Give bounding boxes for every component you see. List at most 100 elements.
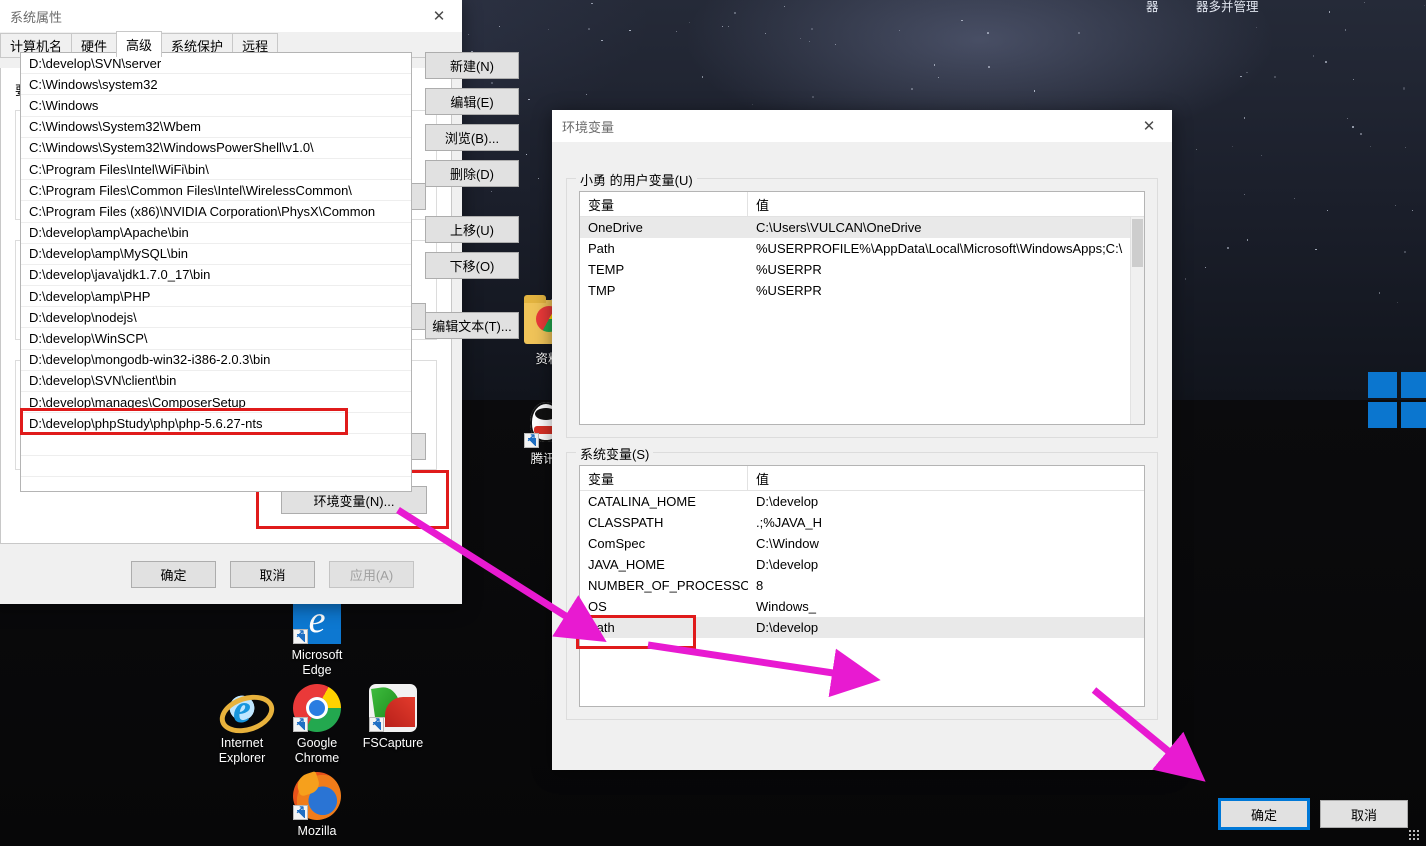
- system-variables-group: 系统变量(S) 变量 值 CATALINA_HOMED:\developCLAS…: [566, 452, 1158, 720]
- browse-button[interactable]: 浏览(B)...: [425, 124, 519, 151]
- shortcut-overlay-icon: [293, 629, 308, 644]
- column-header-variable: 变量: [580, 192, 748, 216]
- edit-button[interactable]: 编辑(E): [425, 88, 519, 115]
- table-row[interactable]: CATALINA_HOMED:\develop: [580, 491, 1144, 512]
- variable-value-cell: C:\Window: [748, 536, 1144, 551]
- path-entry-row[interactable]: C:\Program Files\Common Files\Intel\Wire…: [21, 180, 411, 201]
- path-entry-row[interactable]: D:\develop\SVN\server: [21, 53, 411, 74]
- desktop-icon-label: Mozilla: [269, 824, 365, 839]
- variable-value-cell: D:\develop: [748, 620, 1144, 635]
- cancel-button[interactable]: 取消: [1320, 800, 1408, 828]
- desktop-icon-mozilla-firefox[interactable]: Mozilla: [269, 772, 365, 839]
- delete-button[interactable]: 删除(D): [425, 160, 519, 187]
- environment-variables-window: 环境变量 ✕ 小勇 的用户变量(U) 变量 值 OneDriveC:\Users…: [552, 110, 1172, 770]
- shortcut-overlay-icon: [524, 433, 539, 448]
- path-entries-list[interactable]: D:\develop\SVN\serverC:\Windows\system32…: [20, 52, 412, 492]
- variable-name-cell: TMP: [580, 283, 748, 298]
- ok-button[interactable]: 确定: [131, 561, 216, 588]
- user-variables-table[interactable]: 变量 值 OneDriveC:\Users\VULCAN\OneDrivePat…: [579, 191, 1145, 425]
- system-variables-table-header: 变量 值: [580, 466, 1144, 491]
- variable-value-cell: %USERPROFILE%\AppData\Local\Microsoft\Wi…: [748, 241, 1144, 256]
- path-entry-row[interactable]: C:\Program Files (x86)\NVIDIA Corporatio…: [21, 201, 411, 222]
- table-row[interactable]: PathD:\develop: [580, 617, 1144, 638]
- system-properties-titlebar: 系统属性 ✕: [0, 0, 462, 32]
- path-entry-row[interactable]: D:\develop\amp\MySQL\bin: [21, 244, 411, 265]
- path-entry-row[interactable]: C:\Windows\System32\WindowsPowerShell\v1…: [21, 138, 411, 159]
- path-entry-row[interactable]: [21, 456, 411, 477]
- table-row[interactable]: ComSpecC:\Window: [580, 533, 1144, 554]
- path-entry-row[interactable]: D:\develop\manages\ComposerSetup: [21, 392, 411, 413]
- table-row[interactable]: NUMBER_OF_PROCESSORS8: [580, 575, 1144, 596]
- path-entry-row[interactable]: [21, 434, 411, 455]
- column-header-variable: 变量: [580, 466, 748, 490]
- edit-env-bottom-buttons: 确定 取消: [1220, 800, 1408, 828]
- user-variables-scrollbar[interactable]: [1130, 217, 1144, 424]
- ok-button[interactable]: 确定: [1220, 800, 1308, 828]
- resize-grip[interactable]: [1408, 829, 1420, 841]
- windows-logo: [1368, 372, 1426, 428]
- desktop-icon-microsoft-edge[interactable]: Microsoft Edge: [269, 596, 365, 678]
- desktop-icon-label: FSCapture: [345, 736, 441, 751]
- environment-variables-title: 环境变量: [562, 117, 1126, 136]
- path-entry-row[interactable]: C:\Windows\system32: [21, 74, 411, 95]
- path-entry-row[interactable]: D:\develop\WinSCP\: [21, 328, 411, 349]
- path-entry-row[interactable]: C:\Windows\System32\Wbem: [21, 117, 411, 138]
- variable-value-cell: D:\develop: [748, 494, 1144, 509]
- desktop-label-top-right-1: 器多并管理: [1196, 0, 1259, 15]
- system-properties-title: 系统属性: [0, 7, 416, 26]
- path-entry-row[interactable]: D:\develop\SVN\client\bin: [21, 371, 411, 392]
- column-header-value: 值: [748, 192, 1144, 216]
- move-down-button[interactable]: 下移(O): [425, 252, 519, 279]
- variable-name-cell: CLASSPATH: [580, 515, 748, 530]
- system-variables-rows: CATALINA_HOMED:\developCLASSPATH.;%JAVA_…: [580, 491, 1144, 638]
- close-icon[interactable]: ✕: [416, 0, 462, 32]
- close-icon[interactable]: ✕: [1126, 110, 1172, 142]
- table-row[interactable]: CLASSPATH.;%JAVA_H: [580, 512, 1144, 533]
- table-row[interactable]: Path%USERPROFILE%\AppData\Local\Microsof…: [580, 238, 1144, 259]
- new-button[interactable]: 新建(N): [425, 52, 519, 79]
- table-row[interactable]: OSWindows_: [580, 596, 1144, 617]
- environment-variables-body: 小勇 的用户变量(U) 变量 值 OneDriveC:\Users\VULCAN…: [552, 142, 1172, 770]
- variable-name-cell: CATALINA_HOME: [580, 494, 748, 509]
- variable-name-cell: OneDrive: [580, 220, 748, 235]
- variable-name-cell: OS: [580, 599, 748, 614]
- table-row[interactable]: TEMP%USERPR: [580, 259, 1144, 280]
- system-variables-table[interactable]: 变量 值 CATALINA_HOMED:\developCLASSPATH.;%…: [579, 465, 1145, 707]
- firefox-icon: [293, 772, 341, 820]
- variable-name-cell: ComSpec: [580, 536, 748, 551]
- shortcut-overlay-icon: [369, 717, 384, 732]
- move-up-button[interactable]: 上移(U): [425, 216, 519, 243]
- table-row[interactable]: OneDriveC:\Users\VULCAN\OneDrive: [580, 217, 1144, 238]
- apply-button[interactable]: 应用(A): [329, 561, 414, 588]
- variable-name-cell: JAVA_HOME: [580, 557, 748, 572]
- environment-variables-titlebar: 环境变量 ✕: [552, 110, 1172, 142]
- variable-value-cell: %USERPR: [748, 262, 1144, 277]
- path-entry-row[interactable]: C:\Program Files\Intel\WiFi\bin\: [21, 159, 411, 180]
- path-entry-row[interactable]: D:\develop\amp\PHP: [21, 286, 411, 307]
- fscapture-icon: [369, 684, 417, 732]
- path-entry-row[interactable]: D:\develop\mongodb-win32-i386-2.0.3\bin: [21, 350, 411, 371]
- path-entry-row[interactable]: D:\develop\nodejs\: [21, 307, 411, 328]
- edit-text-button[interactable]: 编辑文本(T)...: [425, 312, 519, 339]
- table-row[interactable]: TMP%USERPR: [580, 280, 1144, 301]
- path-entry-row[interactable]: D:\develop\phpStudy\php\php-5.6.27-nts: [21, 413, 411, 434]
- shortcut-overlay-icon: [293, 717, 308, 732]
- desktop-label-top-right-0: 器: [1146, 0, 1159, 15]
- variable-name-cell: Path: [580, 241, 748, 256]
- system-properties-footer: 确定 取消 应用(A): [0, 544, 462, 604]
- cancel-button[interactable]: 取消: [230, 561, 315, 588]
- path-entry-row[interactable]: C:\Windows: [21, 95, 411, 116]
- chrome-icon: [293, 684, 341, 732]
- variable-value-cell: %USERPR: [748, 283, 1144, 298]
- path-entry-row[interactable]: D:\develop\amp\Apache\bin: [21, 223, 411, 244]
- variable-name-cell: TEMP: [580, 262, 748, 277]
- variable-value-cell: C:\Users\VULCAN\OneDrive: [748, 220, 1144, 235]
- path-entry-row[interactable]: D:\develop\java\jdk1.7.0_17\bin: [21, 265, 411, 286]
- variable-name-cell: Path: [580, 620, 748, 635]
- desktop-icon-fscapture[interactable]: FSCapture: [345, 684, 441, 751]
- table-row[interactable]: JAVA_HOMED:\develop: [580, 554, 1144, 575]
- tab-advanced[interactable]: 高级: [116, 31, 162, 57]
- edit-env-side-buttons: 新建(N) 编辑(E) 浏览(B)... 删除(D) 上移(U) 下移(O) 编…: [425, 52, 519, 348]
- system-variables-group-legend: 系统变量(S): [576, 444, 653, 463]
- variable-name-cell: NUMBER_OF_PROCESSORS: [580, 578, 748, 593]
